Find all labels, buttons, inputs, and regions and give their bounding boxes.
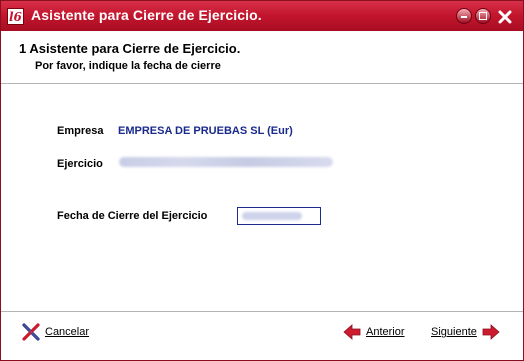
fecha-cierre-input[interactable] bbox=[237, 207, 321, 225]
step-title: 1 Asistente para Cierre de Ejercicio. bbox=[19, 41, 241, 56]
close-button[interactable] bbox=[498, 10, 512, 24]
next-label: Siguiente bbox=[431, 326, 477, 338]
previous-label: Anterior bbox=[366, 326, 405, 338]
title-bar[interactable]: l6 Asistente para Cierre de Ejercicio. bbox=[1, 1, 523, 31]
window-title: Asistente para Cierre de Ejercicio. bbox=[31, 7, 262, 23]
footer-divider bbox=[1, 311, 523, 313]
arrow-right-icon bbox=[482, 324, 500, 340]
previous-button[interactable]: Anterior bbox=[342, 321, 405, 343]
cancel-label: Cancelar bbox=[45, 326, 90, 338]
arrow-left-icon bbox=[343, 324, 361, 340]
ejercicio-label: Ejercicio bbox=[57, 158, 103, 170]
next-button[interactable]: Siguiente bbox=[431, 321, 501, 343]
wizard-window: l6 Asistente para Cierre de Ejercicio. 1… bbox=[0, 0, 524, 361]
cancel-x-icon bbox=[22, 323, 40, 341]
empresa-value: EMPRESA DE PRUEBAS SL (Eur) bbox=[118, 125, 293, 137]
app-logo-icon: l6 bbox=[7, 8, 24, 25]
empresa-label: Empresa bbox=[57, 125, 104, 137]
maximize-button[interactable] bbox=[475, 8, 491, 24]
wizard-header: 1 Asistente para Cierre de Ejercicio. Po… bbox=[1, 31, 523, 83]
fecha-value-redacted bbox=[242, 212, 302, 220]
minimize-button[interactable] bbox=[456, 8, 472, 24]
step-subtitle: Por favor, indique la fecha de cierre bbox=[35, 60, 221, 72]
ejercicio-value-redacted bbox=[119, 157, 333, 167]
fecha-cierre-label: Fecha de Cierre del Ejercicio bbox=[57, 210, 208, 222]
close-icon bbox=[498, 10, 512, 24]
header-divider bbox=[1, 83, 523, 85]
cancel-button[interactable]: Cancelar bbox=[21, 321, 89, 343]
